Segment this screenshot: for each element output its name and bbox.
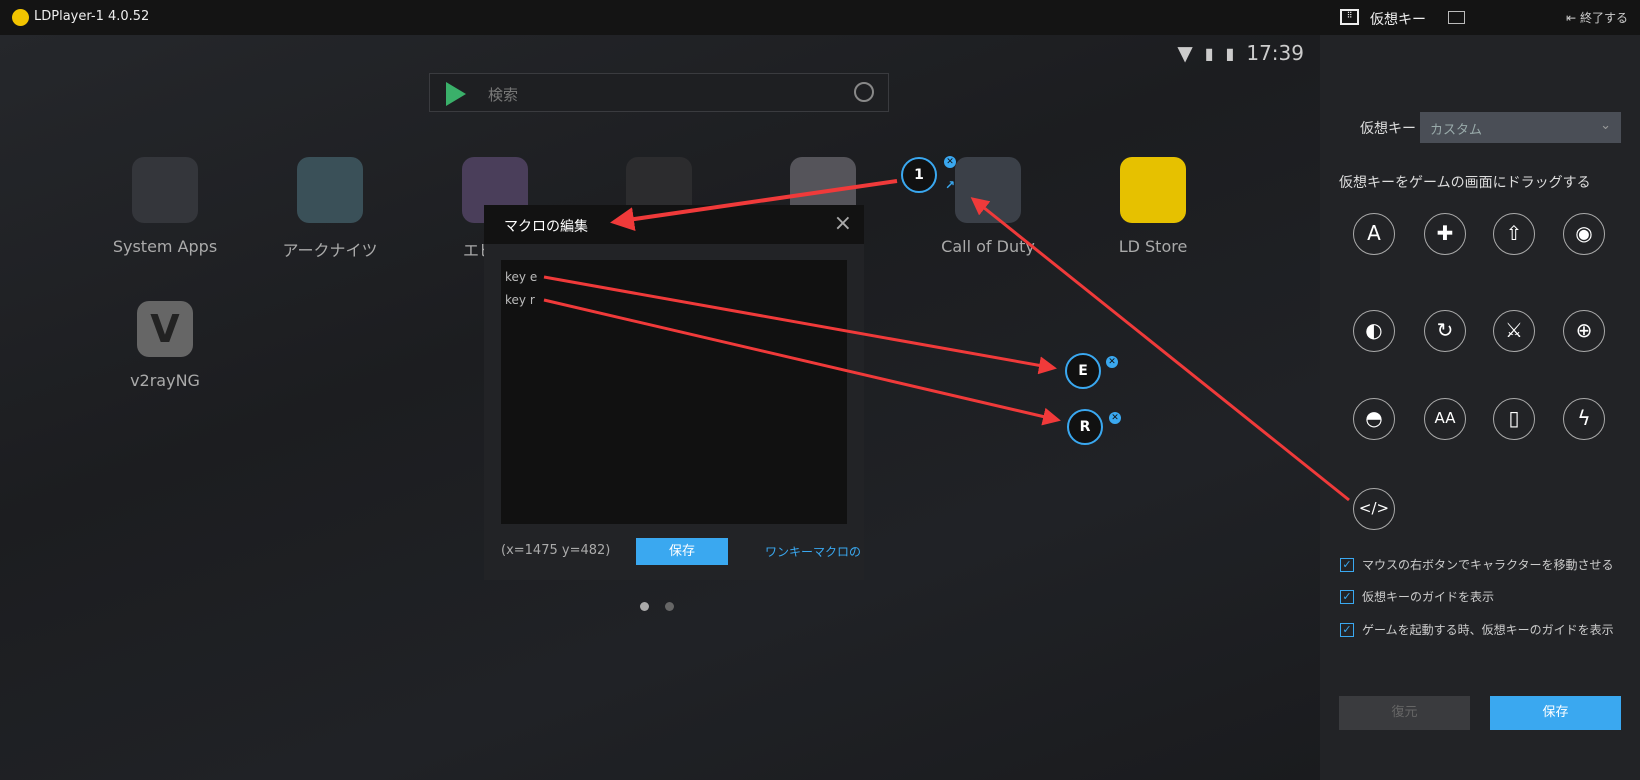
checkbox-guide-on-launch[interactable]: ✓ ゲームを起動する時、仮想キーのガイドを表示: [1340, 621, 1614, 638]
exit-button[interactable]: ⇤ 終了する: [1566, 9, 1628, 26]
status-bar: ▼ ▮ ▮ 17:39: [1177, 41, 1304, 65]
remove-key-icon[interactable]: ✕: [944, 156, 956, 168]
chevron-down-icon: ⌄: [1600, 118, 1611, 133]
key-e[interactable]: E: [1065, 353, 1101, 389]
wifi-icon: ▼: [1177, 41, 1193, 65]
panel-header: ⠿ 仮想キー ⇤ 終了する: [1320, 0, 1640, 35]
app-call-of-duty[interactable]: Call of Duty: [918, 157, 1058, 256]
macro-script-textarea[interactable]: key e key r: [501, 260, 847, 524]
system-apps-icon: [132, 157, 198, 223]
virtual-key-panel: 仮想キー カスタム ⌄ 仮想キーをゲームの画面にドラッグする A ✚ ⇧ ◉ ◐ ↻ ⚔ ⊕ ◓ A…: [1320, 35, 1640, 780]
checkbox-right-click-move[interactable]: ✓ マウスの右ボタンでキャラクターを移動させる: [1340, 556, 1614, 573]
edit-icon[interactable]: ↗: [944, 179, 956, 191]
rotate-view-icon[interactable]: ↻: [1424, 310, 1466, 352]
macro-save-button[interactable]: 保存: [636, 538, 728, 565]
panel-save-button[interactable]: 保存: [1490, 696, 1621, 730]
one-key-macro-link[interactable]: ワンキーマクロの: [765, 543, 863, 560]
checkbox-show-guide[interactable]: ✓ 仮想キーのガイドを表示: [1340, 588, 1494, 605]
android-screen[interactable]: ▼ ▮ ▮ 17:39 検索 System Apps アークナイツ エピック C…: [0, 35, 1320, 780]
preset-value: カスタム: [1430, 123, 1483, 138]
checkbox[interactable]: ✓: [1340, 622, 1354, 637]
battery-charging-icon: ▮: [1225, 43, 1235, 63]
app-system-apps[interactable]: System Apps: [95, 157, 235, 256]
eye-icon[interactable]: ◉: [1563, 213, 1605, 255]
app-label: アークナイツ: [282, 241, 378, 260]
preset-label: 仮想キー: [1360, 121, 1416, 137]
ldplayer-logo: [12, 9, 29, 26]
checkbox-label: マウスの右ボタンでキャラクターを移動させる: [1362, 558, 1614, 572]
ld-store-icon: [1120, 157, 1186, 223]
close-icon[interactable]: ×: [834, 211, 852, 236]
keyboard-icon: ⠿: [1340, 9, 1359, 25]
v2rayng-icon: V: [137, 301, 193, 357]
exit-icon: ⇤: [1566, 11, 1580, 25]
app-arknights[interactable]: アークナイツ: [260, 157, 400, 261]
crossed-swords-icon[interactable]: ⚔: [1493, 310, 1535, 352]
dialog-header: マクロの編集 ×: [484, 205, 864, 244]
app-v2rayng[interactable]: Vv2rayNG: [95, 301, 235, 390]
arknights-icon: [297, 157, 363, 223]
checkbox[interactable]: ✓: [1340, 557, 1354, 572]
page-indicator: [640, 602, 674, 611]
folder-icon[interactable]: [1448, 11, 1465, 24]
lightning-icon[interactable]: ϟ: [1563, 398, 1605, 440]
window-title: LDPlayer-1 4.0.52: [34, 9, 150, 24]
page-dot[interactable]: [640, 602, 649, 611]
exit-label: 終了する: [1579, 11, 1628, 25]
checkbox-label: ゲームを起動する時、仮想キーのガイドを表示: [1362, 623, 1614, 637]
search-icon[interactable]: [854, 82, 874, 102]
dialog-title: マクロの編集: [504, 219, 588, 235]
search-placeholder: 検索: [488, 86, 519, 104]
play-store-search[interactable]: 検索: [429, 73, 889, 112]
bullet-icon[interactable]: ⇧: [1493, 213, 1535, 255]
crosshair-icon[interactable]: ⊕: [1563, 310, 1605, 352]
app-label: System Apps: [112, 237, 218, 256]
no-sim-icon: ▮: [1204, 43, 1214, 63]
mouse-icon[interactable]: ◓: [1353, 398, 1395, 440]
aa-icon[interactable]: AA: [1424, 398, 1466, 440]
macro-script-icon[interactable]: </>: [1353, 488, 1395, 530]
dpad-icon[interactable]: ✚: [1424, 213, 1466, 255]
restore-button[interactable]: 復元: [1339, 696, 1470, 730]
checkbox-label: 仮想キーのガイドを表示: [1362, 590, 1495, 604]
preset-select[interactable]: カスタム ⌄: [1420, 112, 1621, 143]
call-of-duty-icon: [955, 157, 1021, 223]
drag-hint: 仮想キーをゲームの画面にドラッグする: [1339, 175, 1591, 191]
a-key-icon[interactable]: A: [1353, 213, 1395, 255]
remove-key-icon[interactable]: ✕: [1106, 356, 1118, 368]
checkbox[interactable]: ✓: [1340, 589, 1354, 604]
key-r[interactable]: R: [1067, 409, 1103, 445]
mouse-rotate-icon[interactable]: ◐: [1353, 310, 1395, 352]
page-dot[interactable]: [665, 602, 674, 611]
app-label: v2rayNG: [130, 371, 200, 390]
clock: 17:39: [1246, 41, 1304, 65]
play-store-icon: [446, 82, 466, 106]
macro-key-1[interactable]: 1: [901, 157, 937, 193]
panel-title: 仮想キー: [1370, 12, 1426, 28]
app-label: LD Store: [1118, 237, 1188, 256]
shake-phone-icon[interactable]: ▯: [1493, 398, 1535, 440]
remove-key-icon[interactable]: ✕: [1109, 412, 1121, 424]
macro-edit-dialog: マクロの編集 × key e key r (x=1475 y=482) 保存 ワ…: [484, 205, 864, 580]
coordinates-readout: (x=1475 y=482): [501, 543, 611, 558]
app-ld-store[interactable]: LD Store: [1083, 157, 1223, 256]
app-label: Call of Duty: [941, 237, 1035, 256]
